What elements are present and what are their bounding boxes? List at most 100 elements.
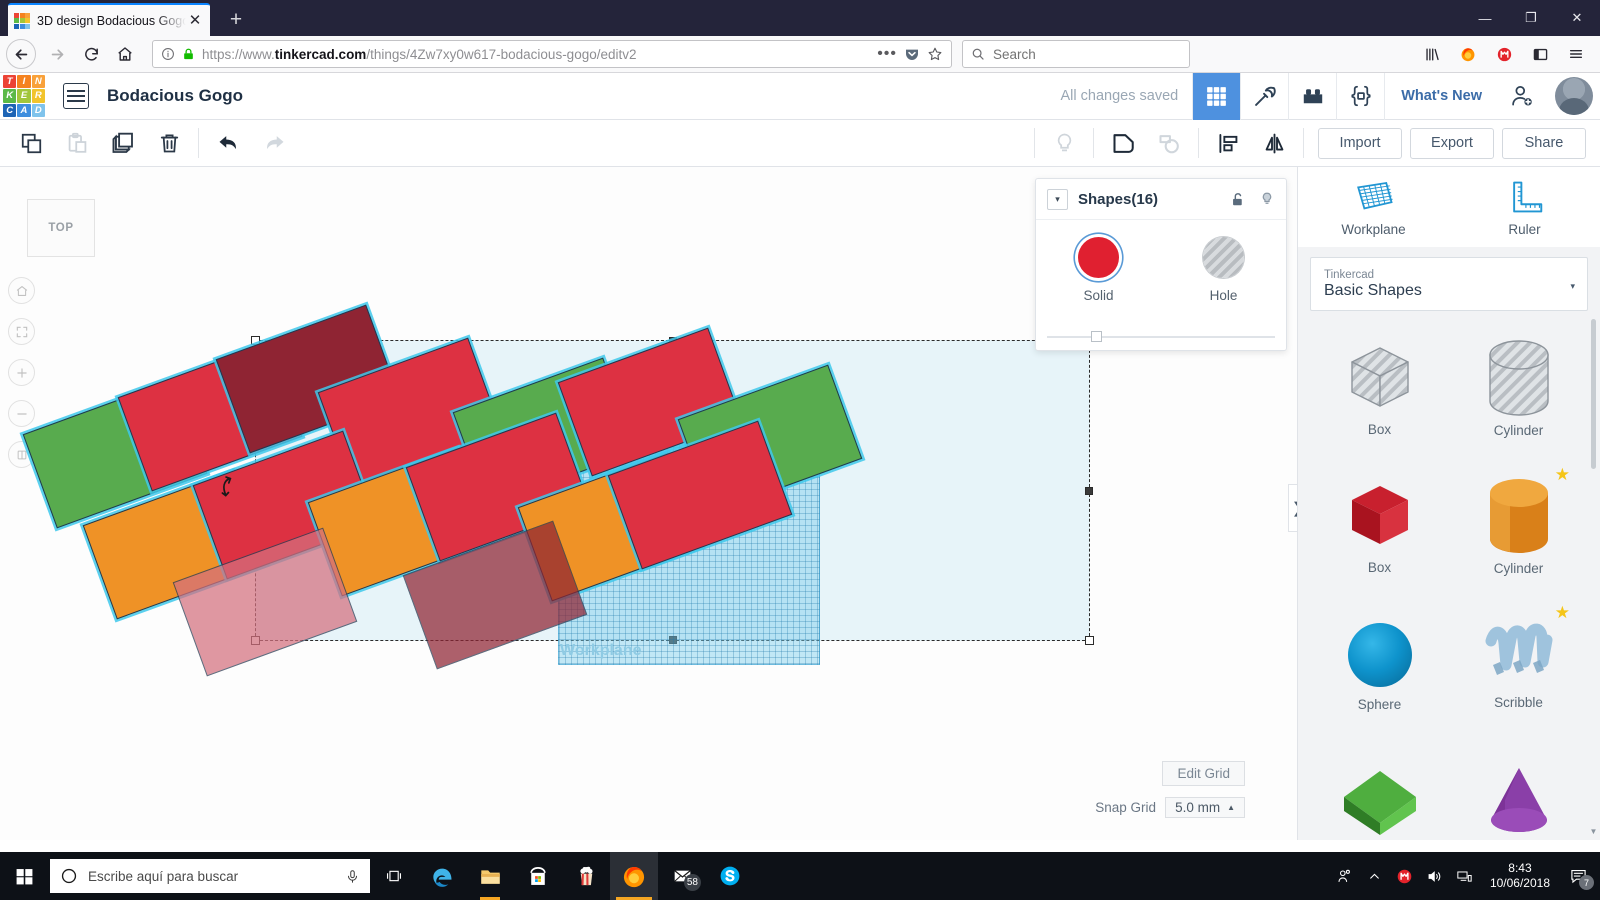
grid-view-button[interactable] <box>1192 72 1241 120</box>
start-button[interactable] <box>0 852 48 900</box>
copy-icon[interactable] <box>8 120 54 166</box>
page-actions-icon[interactable]: ••• <box>877 46 897 62</box>
roof-green-icon <box>1338 767 1422 837</box>
back-icon[interactable] <box>6 39 36 69</box>
import-button[interactable]: Import <box>1318 127 1402 159</box>
browser-tab[interactable]: 3D design Bodacious Gogo | Ti ✕ <box>8 3 210 36</box>
window-close-button[interactable]: ✕ <box>1554 0 1600 36</box>
whats-new-link[interactable]: What's New <box>1384 72 1498 120</box>
window-minimize-button[interactable]: — <box>1462 0 1508 36</box>
sidebar-tool-ruler[interactable]: Ruler <box>1449 167 1600 247</box>
tinkercad-logo-icon[interactable]: TINKERCAD <box>3 75 45 117</box>
shape-library-item[interactable]: Box <box>1310 319 1449 457</box>
shapes-panel-title: Shapes(16) <box>1078 190 1159 208</box>
page-info-icon[interactable] <box>161 47 175 61</box>
task-view-button[interactable] <box>370 852 418 900</box>
shape-library-item[interactable] <box>1449 733 1588 840</box>
shape-library-item[interactable]: Cylinder <box>1449 319 1588 457</box>
logo-tile-k: K <box>3 89 17 103</box>
firefox-icon[interactable] <box>610 852 658 900</box>
shapes-properties-panel[interactable]: ▾ Shapes(16) Solid Hole <box>1035 178 1287 351</box>
delete-icon[interactable] <box>146 120 192 166</box>
mirror-icon[interactable] <box>1251 120 1297 166</box>
home-icon[interactable] <box>108 37 142 71</box>
toolbar-divider <box>1303 128 1304 158</box>
browser-search-bar[interactable]: Search <box>962 40 1190 68</box>
snap-grid-select[interactable]: 5.0 mm ▲ <box>1165 797 1245 818</box>
network-icon[interactable] <box>1450 852 1480 900</box>
chevron-down-icon[interactable]: ▾ <box>1570 281 1575 292</box>
favorite-star-icon[interactable]: ★ <box>1555 603 1570 623</box>
file-explorer-icon[interactable] <box>466 852 514 900</box>
edit-toolbar: Import Export Share <box>0 120 1600 167</box>
microphone-icon[interactable] <box>345 869 360 884</box>
edit-grid-button[interactable]: Edit Grid <box>1162 761 1245 786</box>
edge-icon[interactable] <box>418 852 466 900</box>
pocket-icon[interactable] <box>904 46 920 62</box>
mail-badge: 58 <box>683 874 701 891</box>
scrollbar-thumb[interactable] <box>1591 319 1596 469</box>
user-avatar[interactable] <box>1555 77 1593 115</box>
hole-swatch-icon[interactable] <box>1203 237 1244 278</box>
chevron-down-icon[interactable]: ▾ <box>1047 188 1068 210</box>
scroll-down-icon[interactable]: ▼ <box>1589 827 1598 836</box>
shape-library-item[interactable]: Box <box>1310 457 1449 595</box>
slider-knob[interactable] <box>1091 331 1102 342</box>
shape-library-item[interactable]: Sphere <box>1310 595 1449 733</box>
blocks-icon[interactable] <box>1288 72 1336 120</box>
sidebar-tool-workplane[interactable]: Workplane <box>1298 167 1449 247</box>
sidebar-scrollbar[interactable]: ▼ <box>1589 319 1598 836</box>
lightbulb-icon[interactable] <box>1259 190 1275 208</box>
shape-library-item[interactable]: Cylinder ★ <box>1449 457 1588 595</box>
favorite-star-icon[interactable]: ★ <box>1555 465 1570 485</box>
show-hidden-icons-icon[interactable] <box>1360 852 1390 900</box>
address-bar[interactable]: https://www.tinkercad.com/things/4Zw7xy0… <box>152 40 952 68</box>
people-icon[interactable] <box>1330 852 1360 900</box>
menu-icon[interactable] <box>1559 37 1593 71</box>
designs-list-button[interactable] <box>63 83 89 109</box>
volume-icon[interactable] <box>1420 852 1450 900</box>
add-person-icon[interactable] <box>1498 73 1546 120</box>
unlock-icon[interactable] <box>1230 191 1246 208</box>
browser-tab-title: 3D design Bodacious Gogo | Ti <box>37 13 186 28</box>
codeblocks-icon[interactable] <box>1336 72 1384 120</box>
shapes-sidebar: Workplane Ruler Tinkercad Basic Shapes ▾ <box>1297 167 1600 840</box>
action-center-button[interactable]: 7 <box>1560 852 1596 900</box>
malwarebytes-icon[interactable] <box>1487 37 1521 71</box>
export-button[interactable]: Export <box>1410 127 1494 159</box>
undo-icon[interactable] <box>205 120 251 166</box>
design-title[interactable]: Bodacious Gogo <box>107 86 243 106</box>
ungroup-icon <box>1146 120 1192 166</box>
malwarebytes-tray-icon[interactable] <box>1390 852 1420 900</box>
duplicate-icon[interactable] <box>100 120 146 166</box>
firefox-account-icon[interactable] <box>1451 37 1485 71</box>
library-icon[interactable] <box>1415 37 1449 71</box>
mail-icon[interactable]: 58 <box>658 852 706 900</box>
sidebar-icon[interactable] <box>1523 37 1557 71</box>
new-tab-button[interactable]: + <box>222 7 250 33</box>
reload-icon[interactable] <box>74 37 108 71</box>
solid-swatch-icon[interactable] <box>1078 237 1119 278</box>
tab-close-icon[interactable]: ✕ <box>186 12 204 30</box>
logo-tile-t: T <box>3 75 17 89</box>
panel-slider[interactable] <box>1047 331 1275 343</box>
share-button[interactable]: Share <box>1502 127 1586 159</box>
shape-library-select[interactable]: Tinkercad Basic Shapes ▾ <box>1310 257 1588 311</box>
taskbar-clock[interactable]: 8:43 10/06/2018 <box>1480 861 1560 891</box>
shape-library-item[interactable] <box>1310 733 1449 840</box>
pickaxe-icon[interactable] <box>1240 72 1288 120</box>
align-icon[interactable] <box>1205 120 1251 166</box>
shape-library-item[interactable]: Scribble ★ <box>1449 595 1588 733</box>
rotate-handle-icon[interactable] <box>216 472 238 502</box>
microsoft-store-icon[interactable] <box>514 852 562 900</box>
shape-library-grid[interactable]: Box Cylinder Box Cylinder ★ Sphere Scribble ★ <box>1310 319 1588 840</box>
group-icon[interactable] <box>1100 120 1146 166</box>
popcorn-time-icon[interactable] <box>562 852 610 900</box>
skype-icon[interactable] <box>706 852 754 900</box>
cylinder-hole-icon <box>1480 339 1558 419</box>
taskbar-search-box[interactable]: Escribe aquí para buscar <box>50 859 370 893</box>
window-maximize-button[interactable]: ❐ <box>1508 0 1554 36</box>
shape-type-solid[interactable]: Solid <box>1036 237 1161 303</box>
shape-type-hole[interactable]: Hole <box>1161 237 1286 303</box>
bookmark-star-icon[interactable] <box>927 46 943 62</box>
